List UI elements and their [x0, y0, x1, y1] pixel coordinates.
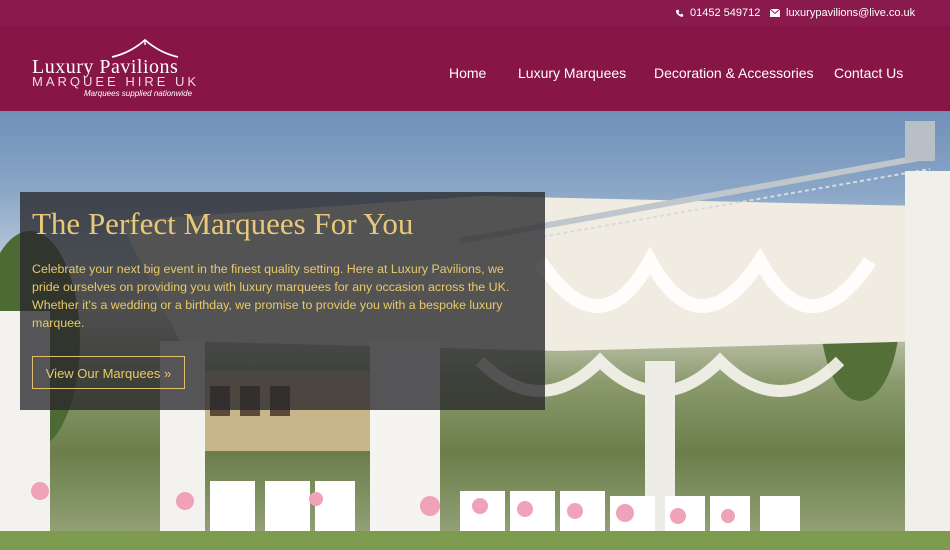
site-header: Luxury Pavilions MARQUEE HIRE UK Marquee… [0, 26, 950, 111]
hero-card: The Perfect Marquees For You Celebrate y… [20, 192, 545, 410]
nav-decoration-accessories[interactable]: Decoration & Accessories [654, 65, 814, 81]
email-contact[interactable]: luxurypavilions@live.co.uk [770, 7, 915, 19]
envelope-icon [770, 9, 780, 17]
logo[interactable]: Luxury Pavilions MARQUEE HIRE UK Marquee… [32, 38, 212, 104]
nav-luxury-marquees[interactable]: Luxury Marquees [518, 65, 626, 81]
hero-title: The Perfect Marquees For You [32, 206, 414, 241]
phone-contact[interactable]: 01452 549712 [675, 7, 760, 19]
nav-contact-us[interactable]: Contact Us [834, 65, 903, 81]
view-marquees-button[interactable]: View Our Marquees » [32, 356, 185, 389]
phone-icon [675, 9, 684, 17]
hero-body: Celebrate your next big event in the fin… [32, 262, 510, 330]
phone-number: 01452 549712 [690, 7, 761, 19]
hero-banner: The Perfect Marquees For You Celebrate y… [0, 111, 950, 550]
nav-home[interactable]: Home [449, 65, 486, 81]
marquee-roof-icon [111, 38, 179, 58]
email-address: luxurypavilions@live.co.uk [786, 7, 916, 19]
top-contact-bar: 01452 549712 luxurypavilions@live.co.uk [0, 0, 950, 26]
logo-tagline: Marquees supplied nationwide [84, 89, 193, 98]
logo-line2: MARQUEE HIRE UK [32, 74, 200, 89]
